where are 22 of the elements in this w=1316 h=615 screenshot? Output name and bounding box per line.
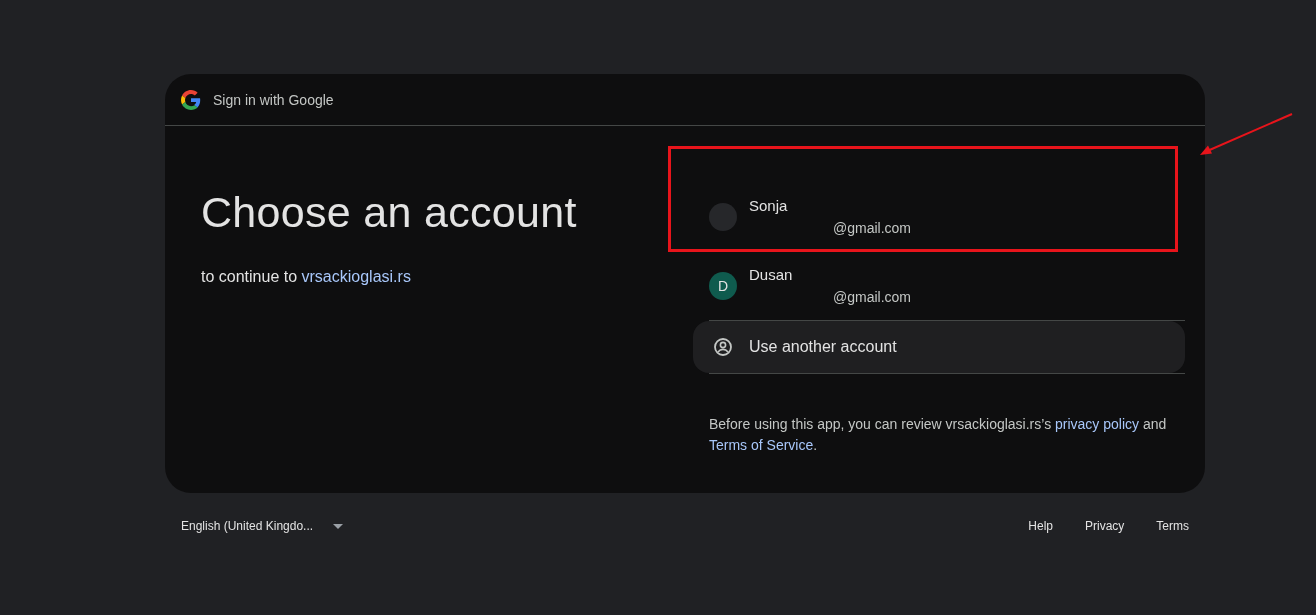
caret-icon	[333, 523, 344, 529]
header-title: Sign in with Google	[213, 91, 334, 108]
account-name: Dusan	[749, 266, 794, 283]
site-link[interactable]: vrsackioglasi.rs	[301, 268, 411, 285]
footer-link[interactable]: Terms	[1156, 515, 1189, 537]
terms-of-service-link[interactable]: Terms of Service	[709, 437, 814, 453]
account-name: Sonja	[749, 197, 789, 214]
footer-link[interactable]: Help	[1028, 515, 1053, 537]
footer-link[interactable]: Privacy	[1085, 515, 1125, 537]
account-item[interactable]: Sonja @gmail.com	[693, 182, 1185, 251]
account-email: @gmail.com	[833, 289, 911, 305]
avatar-icon: D	[709, 271, 737, 300]
privacy-notice: Before using this app, you can review vrsackioglasi.rs’s privacy policy and Terms of Service.	[709, 415, 1168, 455]
account-item[interactable]: D Dusan @gmail.com	[693, 251, 1185, 320]
account-email: @gmail.com	[833, 220, 911, 236]
google-logo-icon	[181, 89, 201, 110]
language-dropdown[interactable]: English (United Kingdo...	[181, 515, 344, 537]
subtitle-text: to continue to vrsackioglasi.rs	[201, 268, 412, 286]
privacy-policy-link[interactable]: privacy policy	[1055, 416, 1140, 432]
page-heading: Choose an account	[201, 187, 578, 238]
use-another-account-button[interactable]: Use another account	[693, 321, 1185, 373]
account-circle-icon	[713, 337, 733, 357]
